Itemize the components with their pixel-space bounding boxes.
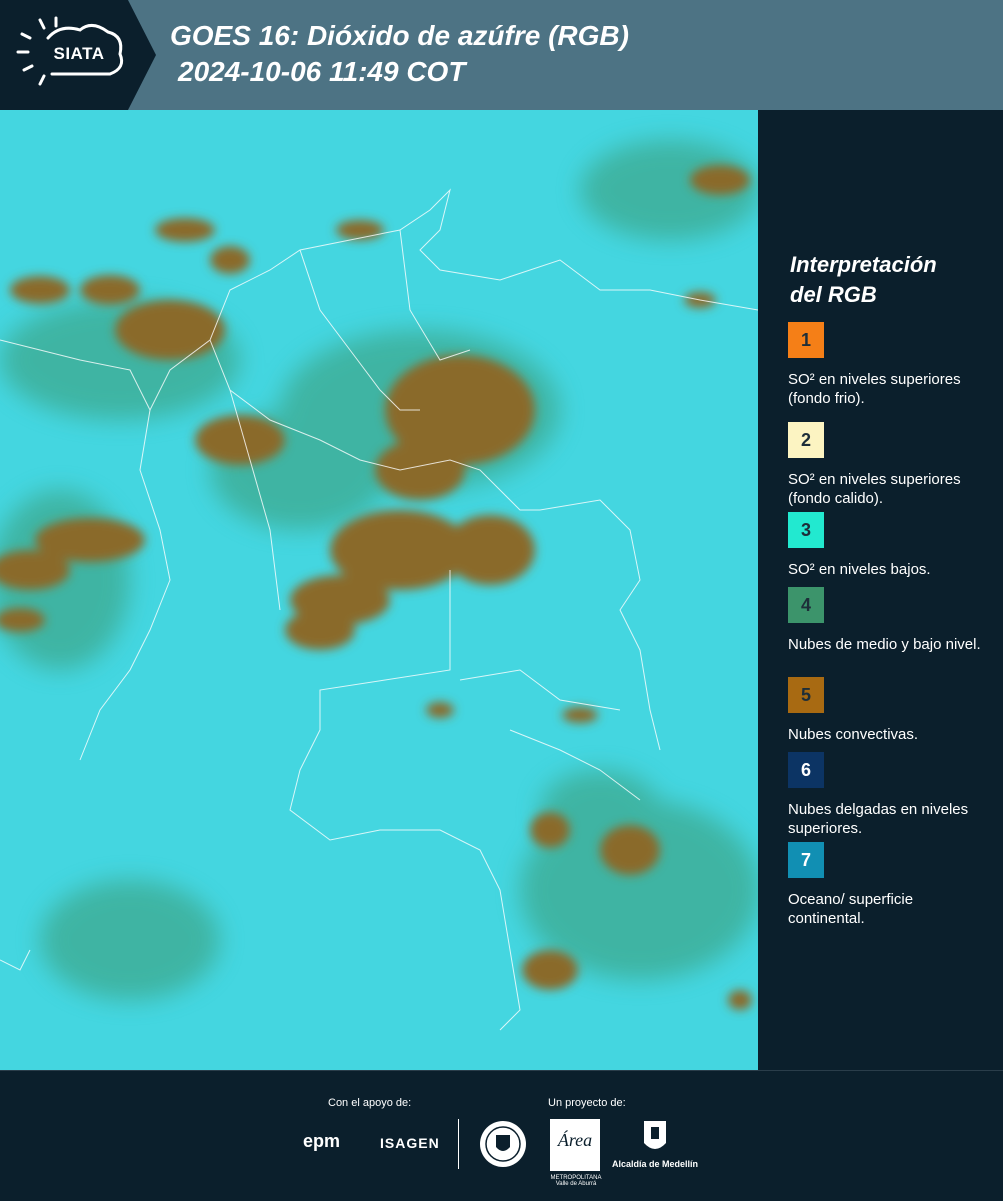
legend-item-2: 2 SO² en niveles superiores (fondo calido… (788, 422, 993, 508)
footer-divider (458, 1119, 459, 1169)
legend-swatch: 4 (788, 587, 824, 623)
legend-swatch: 2 (788, 422, 824, 458)
footer-bar: Con el apoyo de: Un proyecto de: epm ISA… (0, 1070, 1003, 1201)
legend-description: SO² en niveles bajos. (788, 561, 931, 578)
legend-title: Interpretación del RGB (790, 250, 937, 310)
area-logo-text: Área (557, 1130, 593, 1150)
legend-description: SO² en niveles superiores (fondo frio). (788, 371, 961, 407)
legend-title-line2: del RGB (790, 282, 877, 307)
legend-description: Nubes de medio y bajo nivel. (788, 636, 981, 653)
siata-logo: SIATA (0, 0, 156, 110)
legend-swatch: 6 (788, 752, 824, 788)
legend-item-3: 3 SO² en niveles bajos. (788, 512, 993, 579)
legend-description: Nubes convectivas. (788, 726, 919, 743)
title-product: GOES 16: Dióxido de azúfre (RGB) (170, 20, 629, 51)
legend-item-7: 7 Oceano/ superficie continental. (788, 842, 993, 928)
isagen-logo: ISAGEN (380, 1135, 440, 1151)
project-label: Un proyecto de: (548, 1097, 626, 1109)
satellite-image (0, 110, 758, 1070)
alcaldia-shield-icon (644, 1121, 666, 1149)
legend-swatch: 5 (788, 677, 824, 713)
legend-swatch: 1 (788, 322, 824, 358)
page-title: GOES 16: Dióxido de azúfre (RGB) 2024-10… (170, 18, 629, 90)
legend-item-5: 5 Nubes convectivas. (788, 677, 993, 744)
epm-logo: epm (303, 1131, 341, 1151)
legend-title-line1: Interpretación (790, 252, 937, 277)
legend-panel: Interpretación del RGB 1 SO² en niveles s… (758, 110, 1003, 1070)
legend-description: Nubes delgadas en niveles superiores. (788, 801, 969, 837)
logo-text: SIATA (53, 44, 105, 63)
medellin-seal-icon (480, 1121, 526, 1167)
legend-swatch: 3 (788, 512, 824, 548)
alcaldia-label: Alcaldía de Medellín (612, 1159, 699, 1169)
legend-item-4: 4 Nubes de medio y bajo nivel. (788, 587, 993, 654)
area-metropolitana-label: METROPOLITANA Valle de Aburrá (550, 1175, 602, 1187)
title-timestamp: 2024-10-06 11:49 COT (178, 56, 466, 87)
header-bar: SIATA GOES 16: Dióxido de azúfre (RGB) 2… (0, 0, 1003, 110)
legend-item-1: 1 SO² en niveles superiores (fondo frio). (788, 322, 993, 408)
legend-description: Oceano/ superficie continental. (788, 891, 914, 927)
area-metropolitana-logo: Área (550, 1119, 600, 1171)
legend-swatch: 7 (788, 842, 824, 878)
legend-description: SO² en niveles superiores (fondo calido)… (788, 471, 961, 507)
satellite-map[interactable] (0, 110, 758, 1070)
support-label: Con el apoyo de: (328, 1097, 412, 1109)
legend-item-6: 6 Nubes delgadas en niveles superiores. (788, 752, 993, 838)
